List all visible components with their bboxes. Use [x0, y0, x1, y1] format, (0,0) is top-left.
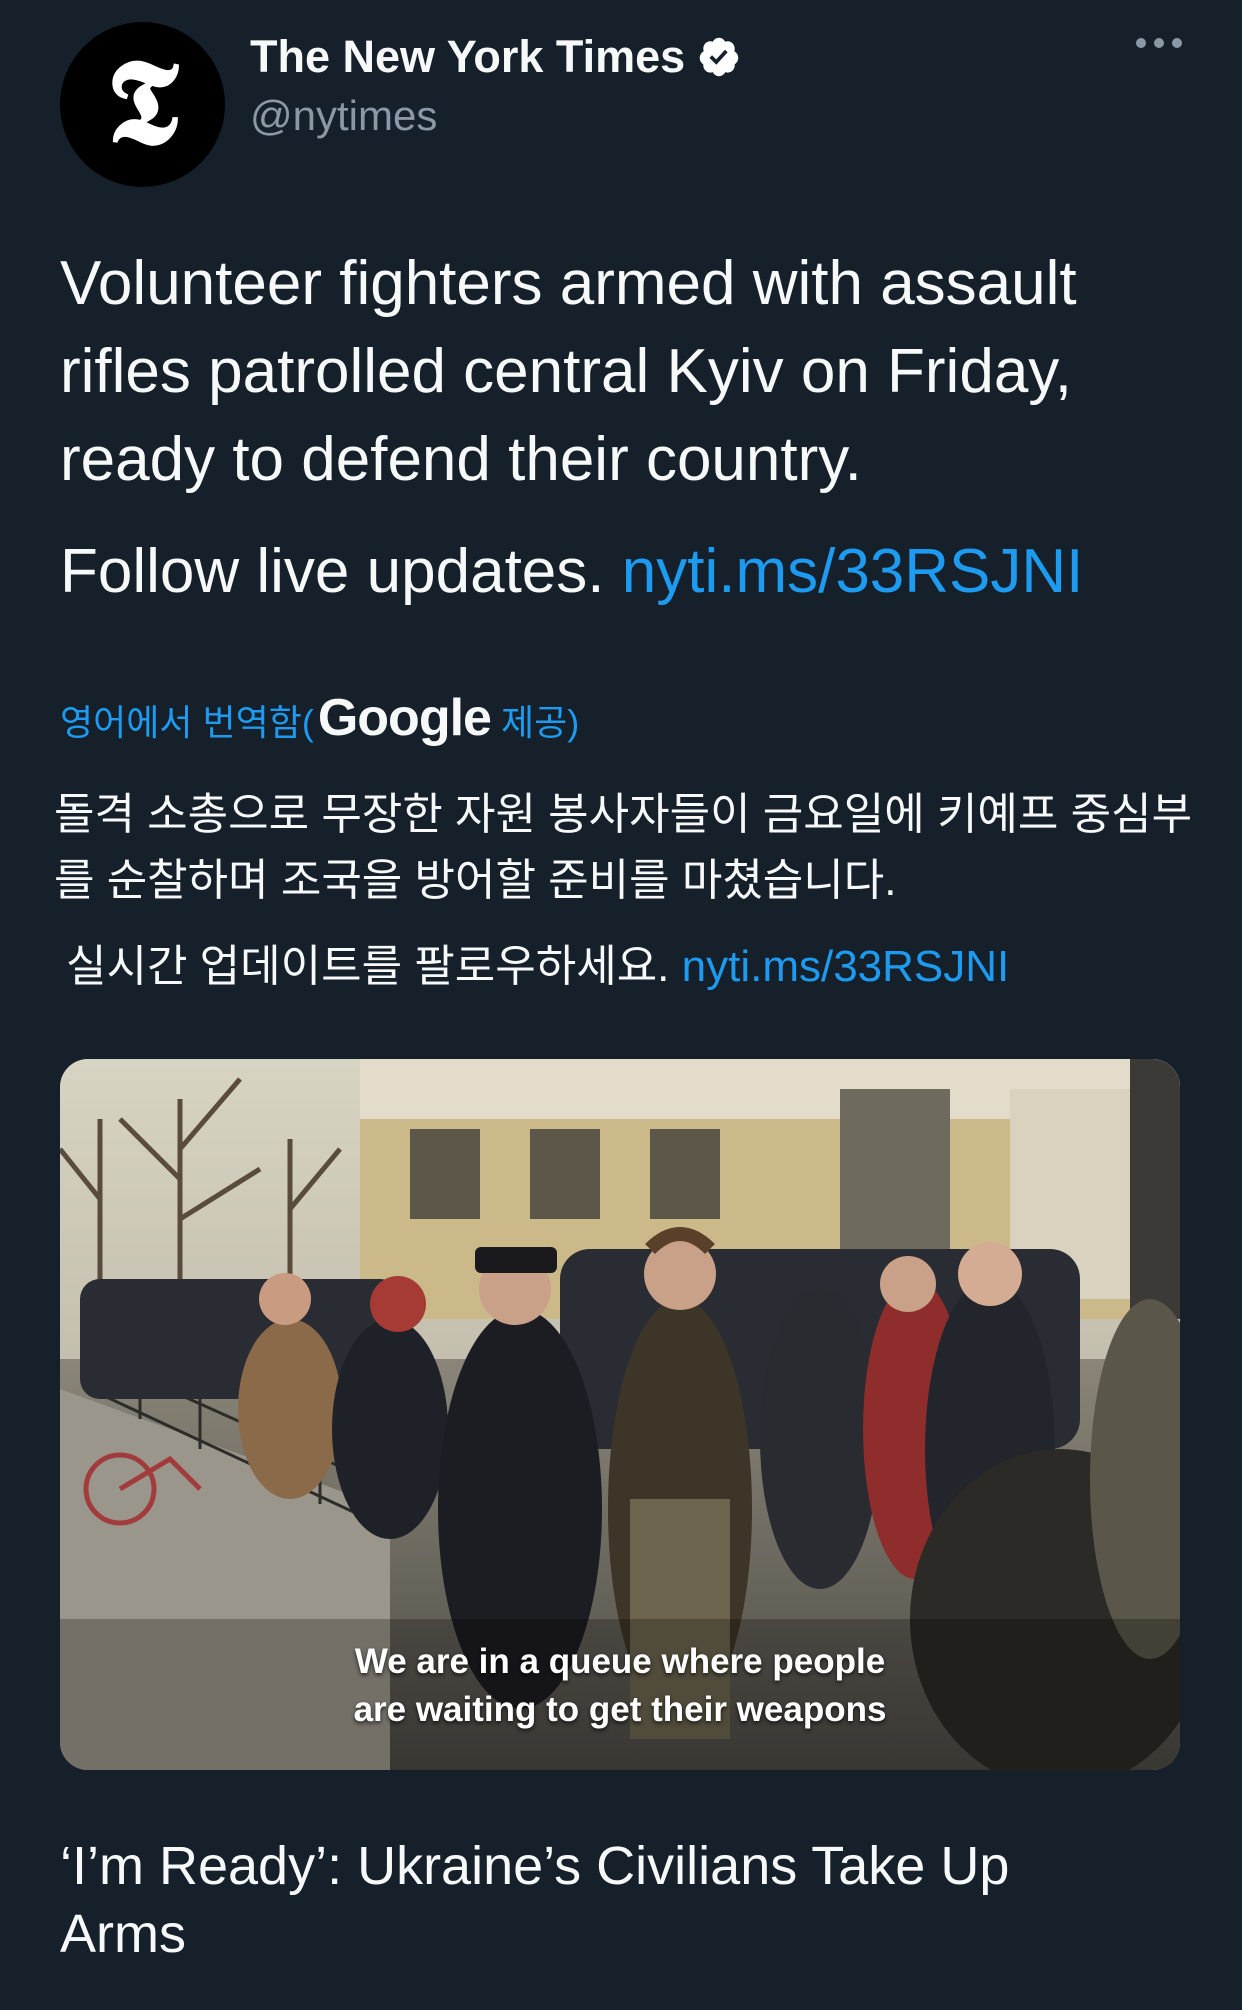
video-thumbnail[interactable]: We are in a queue where people are waiti…: [60, 1059, 1180, 1770]
author-block[interactable]: The New York Times @nytimes: [250, 32, 741, 140]
translation-attribution[interactable]: 영어에서 번역함( Google 제공): [60, 688, 579, 748]
translated-text: 돌격 소총으로 무장한 자원 봉사자들이 금요일에 키예프 중심부를 순찰하며 …: [54, 790, 1193, 905]
nyt-logo-icon: 𝕿: [106, 31, 179, 171]
translated-follow-line: 실시간 업데이트를 팔로우하세요. nyti.ms/33RSJNI: [66, 937, 1009, 997]
translated-follow-text: 실시간 업데이트를 팔로우하세요.: [66, 942, 670, 991]
google-wordmark: Google: [317, 689, 492, 747]
author-handle[interactable]: @nytimes: [250, 92, 741, 140]
tweet-text: Volunteer fighters armed with assault ri…: [60, 249, 1077, 494]
tweet-header: 𝕿 The New York Times @nytimes: [60, 22, 1182, 187]
caption-line-1: We are in a queue where people: [354, 1642, 886, 1681]
verified-badge-icon: [699, 37, 739, 76]
card-title[interactable]: ‘I’m Ready’: Ukraine’s Civilians Take Up…: [60, 1832, 1110, 1968]
translated-link[interactable]: nyti.ms/33RSJNI: [682, 942, 1010, 991]
video-caption: We are in a queue where people are waiti…: [60, 1638, 1180, 1734]
translation-prefix: 영어에서 번역함(: [60, 702, 314, 743]
author-name[interactable]: The New York Times: [250, 32, 685, 82]
translation-suffix: 제공): [500, 702, 580, 743]
more-options-icon[interactable]: [1136, 38, 1182, 54]
follow-text: Follow live updates.: [60, 537, 605, 606]
avatar[interactable]: 𝕿: [60, 22, 225, 187]
caption-line-2: are waiting to get their weapons: [353, 1690, 887, 1729]
tweet-link[interactable]: nyti.ms/33RSJNI: [622, 537, 1084, 606]
tweet-follow-line: Follow live updates. nyti.ms/33RSJNI: [60, 528, 1200, 616]
